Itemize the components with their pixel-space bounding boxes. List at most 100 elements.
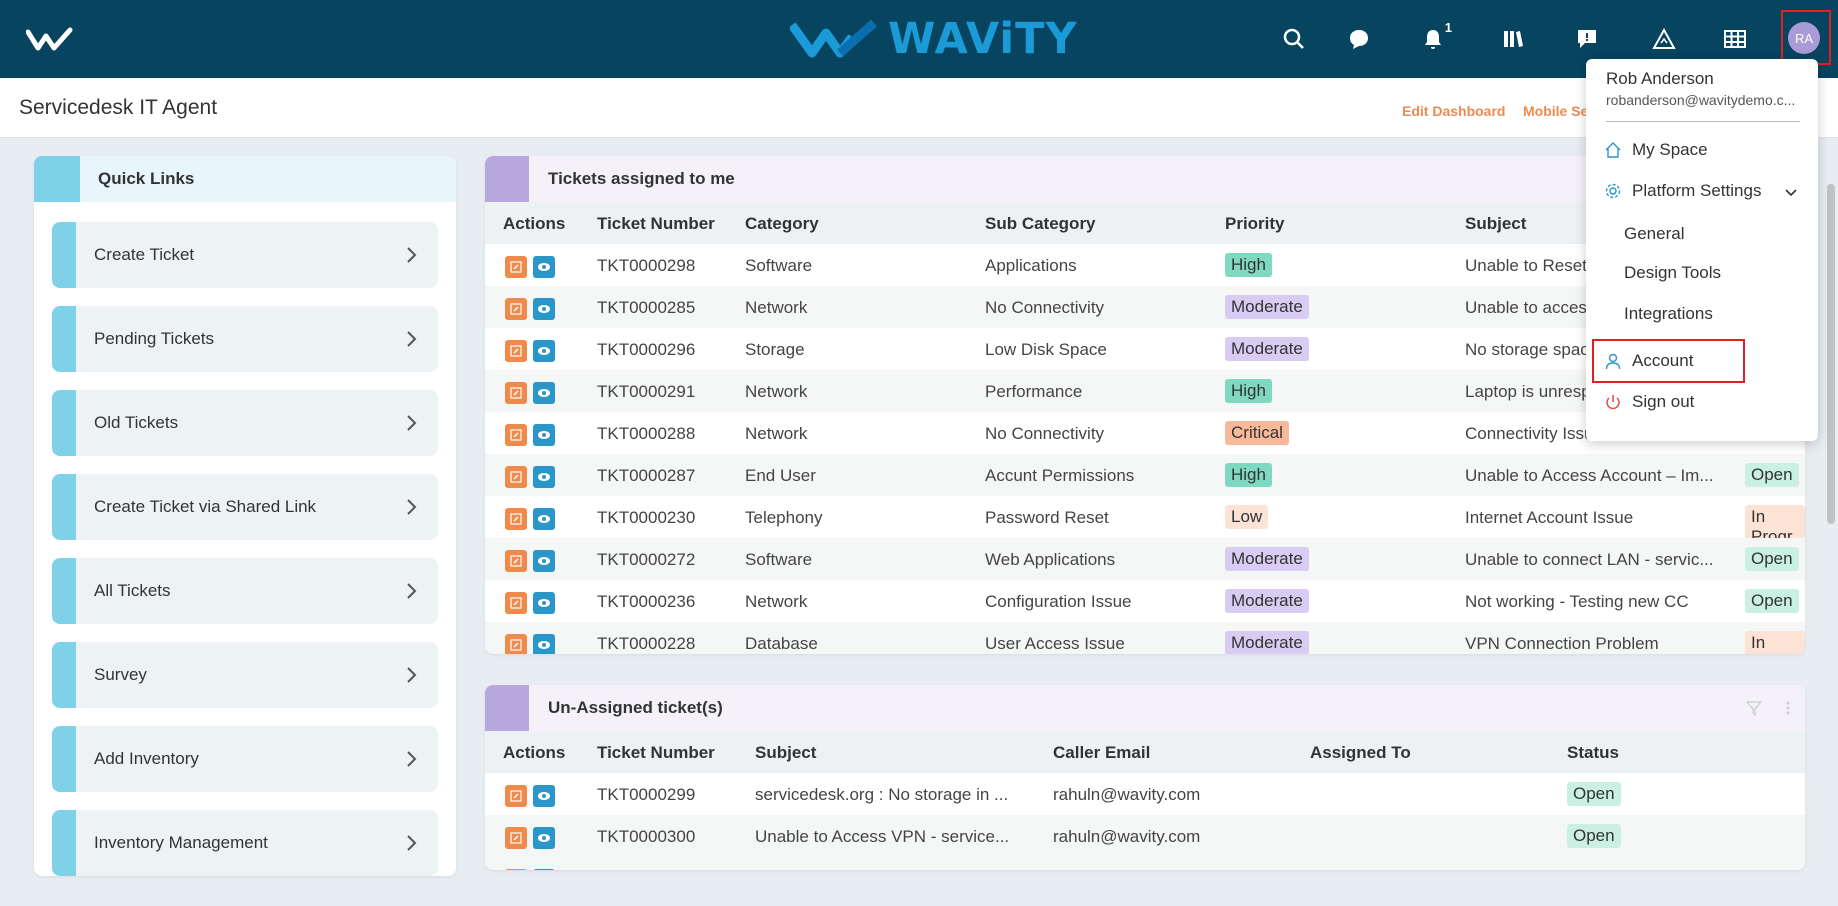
table-row[interactable]: TKT0000236 Network Configuration Issue Mode…: [485, 580, 1805, 622]
edit-ticket-button[interactable]: [505, 869, 527, 870]
view-ticket-button[interactable]: [533, 424, 555, 446]
sign-out-menu-item[interactable]: Sign out: [1604, 392, 1694, 412]
quick-link-item[interactable]: Inventory Management: [52, 810, 438, 876]
status-badge: Open: [1745, 547, 1799, 571]
column-header[interactable]: Ticket Number: [597, 214, 715, 234]
quick-link-item[interactable]: Pending Tickets: [52, 306, 438, 372]
view-ticket-button[interactable]: [533, 869, 555, 870]
edit-ticket-button[interactable]: [505, 508, 527, 530]
view-ticket-button[interactable]: [533, 634, 555, 654]
design-tools-menu-item[interactable]: Design Tools: [1624, 263, 1721, 283]
quick-link-item[interactable]: All Tickets: [52, 558, 438, 624]
eye-icon: [538, 389, 550, 397]
chevron-right-icon: [407, 583, 417, 599]
table-row[interactable]: [485, 857, 1805, 870]
pencil-icon: [510, 513, 522, 525]
edit-ticket-button[interactable]: [505, 592, 527, 614]
user-email: robanderson@wavitydemo.c...: [1606, 92, 1796, 108]
view-ticket-button[interactable]: [533, 298, 555, 320]
view-ticket-button[interactable]: [533, 785, 555, 807]
view-ticket-button[interactable]: [533, 382, 555, 404]
table-row[interactable]: TKT0000300 Unable to Access VPN - service…: [485, 815, 1805, 857]
view-ticket-button[interactable]: [533, 508, 555, 530]
sub-category-cell: User Access Issue: [985, 634, 1125, 653]
chevron-right-icon: [407, 415, 417, 431]
library-button[interactable]: [1498, 24, 1528, 54]
pencil-icon: [510, 597, 522, 609]
category-cell: Network: [745, 592, 808, 611]
chevron-down-icon[interactable]: [1784, 188, 1798, 198]
general-menu-item[interactable]: General: [1624, 224, 1684, 244]
search-button[interactable]: [1279, 24, 1309, 54]
unassigned-tickets-panel: Un-Assigned ticket(s) Actions Ticket Numb…: [485, 685, 1805, 870]
mobile-settings-link[interactable]: Mobile Se: [1523, 103, 1588, 119]
chat-button[interactable]: [1344, 24, 1374, 54]
quick-link-item[interactable]: Add Inventory: [52, 726, 438, 792]
quick-link-label: Create Ticket via Shared Link: [94, 497, 317, 516]
category-cell: End User: [745, 466, 816, 485]
view-ticket-button[interactable]: [533, 340, 555, 362]
column-header[interactable]: Actions: [503, 214, 565, 234]
learning-button[interactable]: [1649, 24, 1679, 54]
view-ticket-button[interactable]: [533, 256, 555, 278]
edit-ticket-button[interactable]: [505, 382, 527, 404]
page-scrollbar[interactable]: [1827, 184, 1835, 524]
more-options-icon[interactable]: [1785, 699, 1791, 717]
user-avatar[interactable]: RA: [1788, 22, 1820, 54]
view-ticket-button[interactable]: [533, 827, 555, 849]
column-header[interactable]: Ticket Number: [597, 743, 715, 763]
page-subheader: Servicedesk IT Agent Edit Dashboard Mobi…: [0, 78, 1838, 138]
priority-badge: Low: [1225, 505, 1269, 529]
quick-link-item[interactable]: Survey: [52, 642, 438, 708]
quick-links-title: Quick Links: [98, 169, 195, 188]
edit-ticket-button[interactable]: [505, 466, 527, 488]
edit-ticket-button[interactable]: [505, 340, 527, 362]
edit-ticket-button[interactable]: [505, 256, 527, 278]
edit-dashboard-link[interactable]: Edit Dashboard: [1402, 103, 1505, 119]
edit-ticket-button[interactable]: [505, 550, 527, 572]
quick-link-item[interactable]: Create Ticket: [52, 222, 438, 288]
table-row[interactable]: TKT0000299 servicedesk.org : No storage i…: [485, 773, 1805, 815]
eye-icon: [538, 515, 550, 523]
table-row[interactable]: TKT0000272 Software Web Applications Modera…: [485, 538, 1805, 580]
assigned-tickets-title: Tickets assigned to me: [548, 169, 735, 188]
wavity-mark-icon[interactable]: [26, 26, 76, 52]
view-ticket-button[interactable]: [533, 592, 555, 614]
column-header[interactable]: Priority: [1225, 214, 1285, 234]
category-cell: Storage: [745, 340, 805, 359]
column-header[interactable]: Category: [745, 214, 819, 234]
edit-ticket-button[interactable]: [505, 298, 527, 320]
ticket-number: TKT0000298: [597, 256, 696, 275]
column-header[interactable]: Caller Email: [1053, 743, 1150, 763]
edit-ticket-button[interactable]: [505, 634, 527, 654]
column-header[interactable]: Status: [1567, 743, 1619, 763]
filter-icon[interactable]: [1745, 699, 1763, 717]
column-header[interactable]: Subject: [755, 743, 816, 763]
quick-link-item[interactable]: Create Ticket via Shared Link: [52, 474, 438, 540]
column-header[interactable]: Assigned To: [1310, 743, 1411, 763]
view-ticket-button[interactable]: [533, 466, 555, 488]
chevron-right-icon: [407, 667, 417, 683]
quick-link-item[interactable]: Old Tickets: [52, 390, 438, 456]
edit-ticket-button[interactable]: [505, 785, 527, 807]
my-space-menu-item[interactable]: My Space: [1604, 140, 1708, 160]
feedback-button[interactable]: [1572, 24, 1602, 54]
apps-grid-button[interactable]: [1720, 24, 1750, 54]
eye-icon: [538, 792, 550, 800]
table-row[interactable]: TKT0000228 Database User Access Issue Moder…: [485, 622, 1805, 654]
column-header[interactable]: Subject: [1465, 214, 1526, 234]
eye-icon: [538, 557, 550, 565]
unassigned-column-headers: Actions Ticket Number Subject Caller Email A…: [485, 731, 1805, 773]
platform-settings-menu-item[interactable]: Platform Settings: [1604, 181, 1761, 201]
bell-icon: [1425, 30, 1441, 49]
integrations-menu-item[interactable]: Integrations: [1624, 304, 1713, 324]
sub-category-cell: Password Reset: [985, 508, 1109, 527]
table-row[interactable]: TKT0000230 Telephony Password Reset Low Inte…: [485, 496, 1805, 549]
view-ticket-button[interactable]: [533, 550, 555, 572]
column-header[interactable]: Actions: [503, 743, 565, 763]
column-header[interactable]: Sub Category: [985, 214, 1096, 234]
edit-ticket-button[interactable]: [505, 827, 527, 849]
table-row[interactable]: TKT0000287 End User Accunt Permissions High…: [485, 454, 1805, 496]
notifications-button[interactable]: 1: [1418, 20, 1452, 54]
edit-ticket-button[interactable]: [505, 424, 527, 446]
